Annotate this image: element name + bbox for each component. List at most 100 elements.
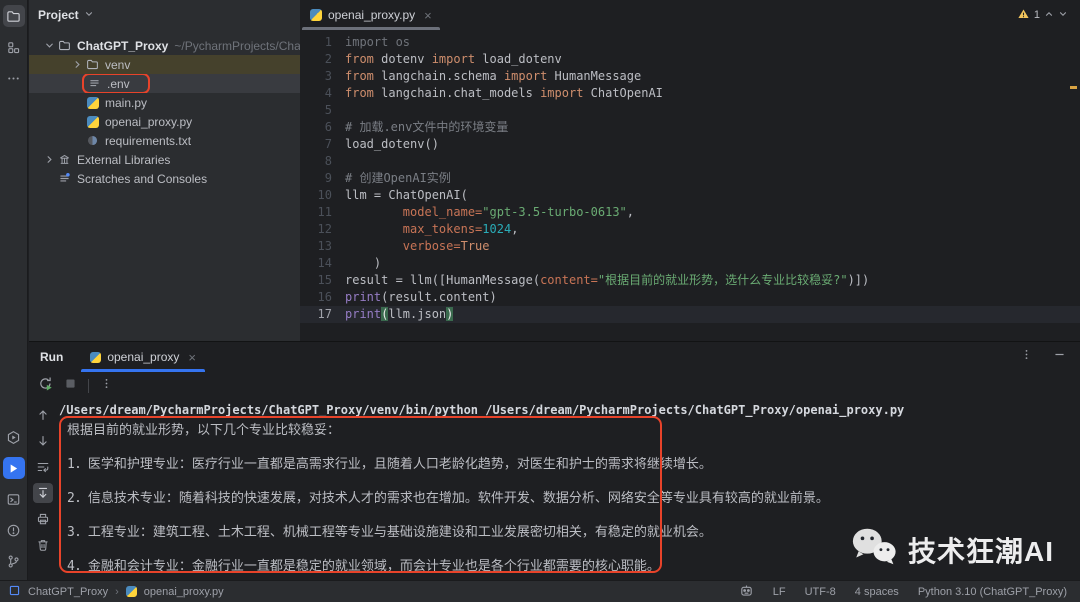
problems-tool-button[interactable] <box>3 519 25 541</box>
code-line-11[interactable]: 11 model_name="gpt-3.5-turbo-0613", <box>300 204 1080 221</box>
more-options-icon[interactable] <box>100 377 113 395</box>
ai-assistant-icon[interactable] <box>739 583 754 601</box>
python-icon <box>85 116 100 128</box>
code-text: from langchain.schema import HumanMessag… <box>332 68 641 85</box>
run-tab-openai-proxy[interactable]: openai_proxy × <box>81 342 205 372</box>
terminal-icon <box>6 492 21 507</box>
watermark: 技术狂潮AI <box>850 525 1054 574</box>
services-icon <box>6 430 21 445</box>
status-items: LF UTF-8 4 spaces Python 3.10 (ChatGPT_Prox… <box>773 586 1067 598</box>
console-output-line: 2．信息技术专业：随着科技的快速发展，对技术人才的需求也在增加。软件开发、数据分… <box>67 490 1080 507</box>
annotation-highlight: .env <box>82 74 150 93</box>
terminal-tool-button[interactable] <box>3 488 25 510</box>
code-line-9[interactable]: 9# 创建OpenAI实例 <box>300 170 1080 187</box>
tree-item-label: Scratches and Consoles <box>77 172 207 186</box>
warning-stripe-mark <box>1070 86 1077 89</box>
line-number: 9 <box>300 170 332 187</box>
structure-tool-button[interactable] <box>3 36 25 58</box>
line-number: 10 <box>300 187 332 204</box>
inspections-widget[interactable]: 1 <box>1017 0 1068 30</box>
code-text: from langchain.chat_models import ChatOp… <box>332 85 663 102</box>
status-item[interactable]: 4 spaces <box>855 586 899 598</box>
tree-item-chatgpt-proxy[interactable]: ChatGPT_Proxy~/PycharmProjects/ChatGPT_P <box>29 36 300 55</box>
folder-tool-button[interactable] <box>3 5 25 27</box>
python-file-icon <box>310 9 322 21</box>
scroll-to-end-button[interactable] <box>33 483 53 503</box>
code-line-5[interactable]: 5 <box>300 102 1080 119</box>
python-icon <box>85 97 100 109</box>
run-tool-button[interactable] <box>3 457 25 479</box>
project-panel-header[interactable]: Project <box>29 0 300 30</box>
code-line-8[interactable]: 8 <box>300 153 1080 170</box>
chevron-down-icon[interactable] <box>42 40 57 51</box>
more-tool-button[interactable] <box>3 67 25 89</box>
up-stack-trace-button[interactable] <box>33 405 53 425</box>
text-file-icon <box>87 77 102 90</box>
chevron-up-icon[interactable] <box>1044 9 1054 22</box>
folder-icon <box>85 58 100 71</box>
tree-item--env[interactable]: .env <box>29 74 300 93</box>
soft-wrap-button[interactable] <box>33 457 53 477</box>
status-item[interactable]: LF <box>773 586 786 598</box>
code-line-10[interactable]: 10llm = ChatOpenAI( <box>300 187 1080 204</box>
status-item[interactable]: Python 3.10 (ChatGPT_Proxy) <box>918 586 1067 598</box>
console-output-line: 1．医学和护理专业：医疗行业一直都是高需求行业，且随着人口老龄化趋势，对医生和护… <box>67 456 1080 473</box>
tree-item-external-libraries[interactable]: External Libraries <box>29 150 300 169</box>
status-item[interactable]: UTF-8 <box>805 586 836 598</box>
tree-item-venv[interactable]: venv <box>29 55 300 74</box>
code-line-16[interactable]: 16print(result.content) <box>300 289 1080 306</box>
close-icon[interactable]: × <box>424 8 432 23</box>
tree-item-label: main.py <box>105 96 147 110</box>
code-line-3[interactable]: 3from langchain.schema import HumanMessa… <box>300 68 1080 85</box>
more-options-icon[interactable] <box>1020 348 1033 366</box>
tab-openai-proxy-py[interactable]: openai_proxy.py × <box>300 0 442 30</box>
code-line-13[interactable]: 13 verbose=True <box>300 238 1080 255</box>
stripe-bottom-group <box>3 426 25 572</box>
run-toolbar <box>29 372 1080 399</box>
code-line-1[interactable]: 1import os <box>300 34 1080 51</box>
python-file-icon <box>90 352 101 363</box>
git-tool-button[interactable] <box>3 550 25 572</box>
minimize-icon[interactable] <box>1053 348 1066 366</box>
code-line-7[interactable]: 7load_dotenv() <box>300 136 1080 153</box>
print-button[interactable] <box>33 509 53 529</box>
code-line-14[interactable]: 14 ) <box>300 255 1080 272</box>
run-icon <box>7 462 20 475</box>
line-number: 2 <box>300 51 332 68</box>
line-number: 14 <box>300 255 332 272</box>
code-line-17[interactable]: 17print(llm.json) <box>300 306 1080 323</box>
tree-item-main-py[interactable]: main.py <box>29 93 300 112</box>
clear-console-button[interactable] <box>33 535 53 555</box>
tree-item-scratches-and-consoles[interactable]: Scratches and Consoles <box>29 169 300 188</box>
console-output-line <box>67 507 1080 524</box>
tree-item-requirements-txt[interactable]: requirements.txt <box>29 131 300 150</box>
code-text: llm = ChatOpenAI( <box>332 187 468 204</box>
run-panel-controls <box>1020 342 1066 372</box>
line-number: 1 <box>300 34 332 51</box>
chevron-right-icon[interactable] <box>70 59 85 70</box>
code-text: model_name="gpt-3.5-turbo-0613", <box>332 204 634 221</box>
code-line-6[interactable]: 6# 加载.env文件中的环境变量 <box>300 119 1080 136</box>
code-line-4[interactable]: 4from langchain.chat_models import ChatO… <box>300 85 1080 102</box>
code-area[interactable]: 1import os2from dotenv import load_doten… <box>300 30 1080 323</box>
line-number: 3 <box>300 68 332 85</box>
watermark-text: 技术狂潮AI <box>908 530 1054 570</box>
code-line-2[interactable]: 2from dotenv import load_dotenv <box>300 51 1080 68</box>
breadcrumb-file[interactable]: openai_proxy.py <box>144 586 224 598</box>
code-line-12[interactable]: 12 max_tokens=1024, <box>300 221 1080 238</box>
tree-item-path-hint: ~/PycharmProjects/ChatGPT_P <box>174 39 300 53</box>
chevron-down-icon[interactable] <box>1058 9 1068 22</box>
run-command-line: /Users/dream/PycharmProjects/ChatGPT_Pro… <box>59 402 1080 418</box>
chevron-right-icon[interactable] <box>42 154 57 165</box>
close-icon[interactable]: × <box>188 350 196 365</box>
breadcrumb-project[interactable]: ChatGPT_Proxy <box>28 586 108 598</box>
tree-item-openai-proxy-py[interactable]: openai_proxy.py <box>29 112 300 131</box>
code-text: max_tokens=1024, <box>332 221 518 238</box>
down-stack-trace-button[interactable] <box>33 431 53 451</box>
stop-button[interactable] <box>64 377 77 395</box>
code-line-15[interactable]: 15result = llm([HumanMessage(content="根据… <box>300 272 1080 289</box>
rerun-button[interactable] <box>38 376 53 396</box>
services-tool-button[interactable] <box>3 426 25 448</box>
editor: openai_proxy.py × 1 1import os2from dote… <box>300 0 1080 341</box>
code-text: from dotenv import load_dotenv <box>332 51 562 68</box>
